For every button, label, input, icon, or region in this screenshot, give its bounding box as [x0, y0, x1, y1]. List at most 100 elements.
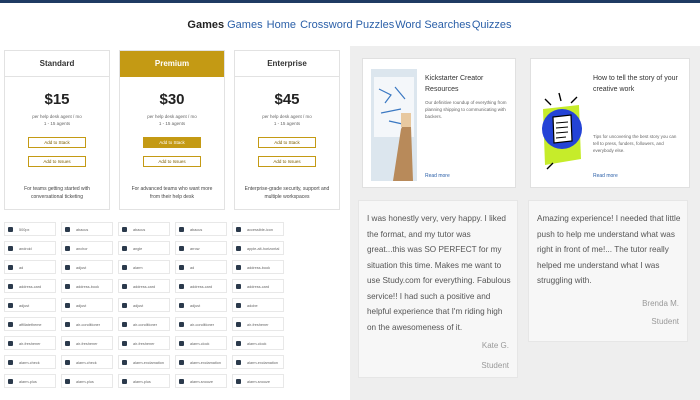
nav-brand: Games — [187, 19, 225, 31]
icon-grid-item[interactable]: address-card — [232, 279, 284, 293]
icon-grid-item[interactable]: android — [4, 241, 56, 255]
icon-grid-item[interactable]: air-conditioner — [61, 317, 113, 331]
icon-grid-item[interactable]: adjust — [175, 298, 227, 312]
icon-grid-item[interactable]: address-book — [61, 279, 113, 293]
card-title: Kickstarter Creator Resources — [425, 75, 484, 93]
icon-grid-label: 500px — [19, 228, 30, 232]
icon-grid-label: accessible-icon — [247, 228, 273, 232]
icon-grid-item[interactable]: ad — [175, 260, 227, 274]
glyph-icon — [8, 341, 13, 346]
card-description: Tips for uncovering the best story you c… — [593, 134, 677, 153]
icon-grid-item[interactable]: abacus — [61, 222, 113, 236]
icon-grid-item[interactable]: alarm-check — [61, 355, 113, 369]
add-to-stack-button[interactable]: Add to Stack — [28, 137, 86, 148]
add-to-stack-button[interactable]: Add to Stack — [258, 137, 316, 148]
resource-card[interactable]: How to tell the story of your creative w… — [530, 58, 690, 188]
glyph-icon — [8, 379, 13, 384]
glyph-icon — [122, 303, 127, 308]
icon-grid-item[interactable]: alarm-snooze — [175, 374, 227, 388]
icon-grid-item[interactable]: abacus — [175, 222, 227, 236]
resource-card[interactable]: Kickstarter Creator Resources Our defini… — [362, 58, 516, 188]
icon-grid-item[interactable]: alarm-clock — [232, 336, 284, 350]
icon-grid-item[interactable]: alarm-snooze — [232, 374, 284, 388]
icon-grid-item[interactable]: abacus — [118, 222, 170, 236]
add-to-issues-button[interactable]: Add to Issues — [143, 156, 201, 167]
icon-grid-label: alarm-check — [19, 361, 40, 365]
icon-grid-label: alarm-snooze — [190, 380, 214, 384]
nav-link-home[interactable]: Home — [267, 19, 296, 31]
icon-grid-item[interactable]: alarm-plus — [61, 374, 113, 388]
icon-grid-item[interactable]: arrow — [175, 241, 227, 255]
icon-grid-item[interactable]: adjust — [118, 298, 170, 312]
nav-link-word-searches[interactable]: Word Searches — [395, 19, 471, 31]
icon-grid-item[interactable]: air-conditioner — [175, 317, 227, 331]
icon-grid-item[interactable]: air-freshener — [232, 317, 284, 331]
add-to-issues-button[interactable]: Add to Issues — [28, 156, 86, 167]
icon-grid-item[interactable]: alarm-exclamation — [175, 355, 227, 369]
glyph-icon — [236, 246, 241, 251]
nav-link-crossword[interactable]: Crossword Puzzles — [300, 19, 394, 31]
icon-grid-item[interactable]: alarm-exclamation — [232, 355, 284, 369]
icon-grid-label: anchor — [76, 247, 88, 251]
glyph-icon — [8, 322, 13, 327]
icon-grid-item[interactable]: adjust — [61, 298, 113, 312]
icon-grid-label: address-card — [247, 285, 270, 289]
icon-grid-label: alarm-exclamation — [133, 361, 165, 365]
nav-link-games[interactable]: Games — [227, 19, 262, 31]
icon-grid-item[interactable]: alarm-clock — [175, 336, 227, 350]
glyph-icon — [65, 227, 70, 232]
icon-grid-item[interactable]: address-card — [4, 279, 56, 293]
read-more-link[interactable]: Read more — [425, 173, 450, 179]
icon-grid-item[interactable]: affiliatetheme — [4, 317, 56, 331]
icon-grid-item[interactable]: adobe — [232, 298, 284, 312]
glyph-icon — [122, 341, 127, 346]
plan-price: $30 — [159, 91, 185, 108]
glyph-icon — [8, 246, 13, 251]
icon-grid-item[interactable]: alarm-check — [4, 355, 56, 369]
icon-grid-item[interactable]: alarm-plus — [118, 374, 170, 388]
icon-grid-label: adjust — [76, 304, 87, 308]
plan-per-agent: per help desk agent / mo — [32, 114, 82, 119]
icon-grid-label: alarm-plus — [76, 380, 94, 384]
icon-grid-label: adobe — [247, 304, 258, 308]
icon-grid-item[interactable]: apple-alt-horizontal — [232, 241, 284, 255]
top-navigation-bar: Games Games Home Crossword PuzzlesWord Se… — [0, 0, 700, 46]
icon-grid-item[interactable]: accessible-icon — [232, 222, 284, 236]
testimonial-author: Brenda M. — [642, 299, 679, 308]
icon-grid-item[interactable]: air-freshener — [118, 336, 170, 350]
icon-grid-item[interactable]: air-freshener — [4, 336, 56, 350]
icon-grid-item[interactable]: anchor — [61, 241, 113, 255]
icon-grid-item[interactable]: ad — [4, 260, 56, 274]
glyph-icon — [8, 284, 13, 289]
plan-description: For advanced teams who want more from th… — [131, 186, 213, 200]
glyph-icon — [65, 341, 70, 346]
icon-grid-label: affiliatetheme — [19, 323, 42, 327]
plan-agent-range: 1 - 15 agents — [43, 121, 71, 126]
glyph-icon — [65, 379, 70, 384]
icon-grid-item[interactable]: address-book — [232, 260, 284, 274]
icon-grid-label: alarm — [133, 266, 143, 270]
icon-grid-label: alarm-clock — [247, 342, 267, 346]
testimonial-card: I was honestly very, very happy. I liked… — [358, 200, 518, 378]
glyph-icon — [179, 322, 184, 327]
icon-grid-label: angle — [133, 247, 143, 251]
add-to-issues-button[interactable]: Add to Issues — [258, 156, 316, 167]
add-to-stack-button[interactable]: Add to Stack — [143, 137, 201, 148]
icon-grid-label: abacus — [76, 228, 89, 232]
icon-grid-item[interactable]: alarm-exclamation — [118, 355, 170, 369]
icon-grid-item[interactable]: adjust — [61, 260, 113, 274]
icon-grid-item[interactable]: address-card — [175, 279, 227, 293]
icon-grid-item[interactable]: 500px — [4, 222, 56, 236]
icon-grid-item[interactable]: alarm-plus — [4, 374, 56, 388]
icon-grid-item[interactable]: alarm — [118, 260, 170, 274]
read-more-link[interactable]: Read more — [593, 173, 618, 179]
nav-link-quizzes[interactable]: Quizzes — [472, 19, 512, 31]
icon-grid-item[interactable]: adjust — [4, 298, 56, 312]
glyph-icon — [179, 341, 184, 346]
icon-grid-item[interactable]: air-freshener — [61, 336, 113, 350]
icon-grid-item[interactable]: air-conditioner — [118, 317, 170, 331]
storytelling-illustration-icon — [539, 69, 585, 181]
icon-grid-item[interactable]: address-card — [118, 279, 170, 293]
card-description: Our definitive roundup of everything fro… — [425, 100, 507, 119]
icon-grid-item[interactable]: angle — [118, 241, 170, 255]
